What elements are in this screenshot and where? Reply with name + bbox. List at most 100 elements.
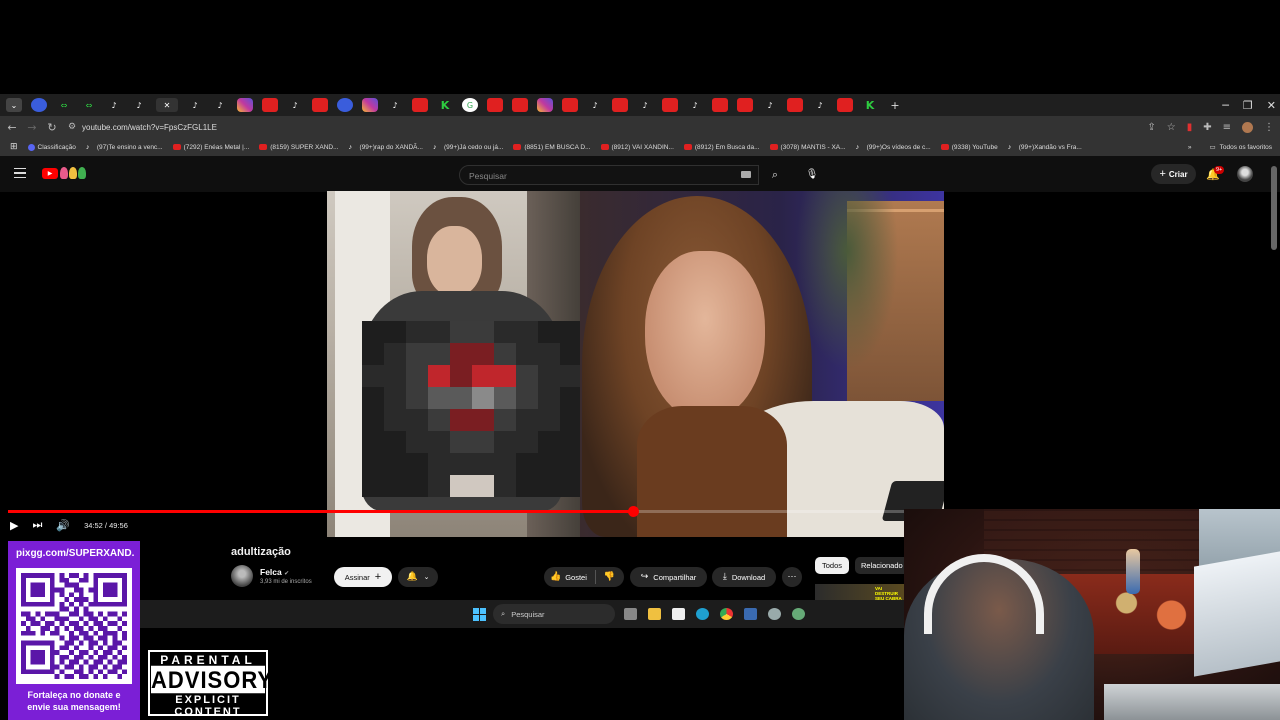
chrome-icon[interactable]	[720, 608, 733, 620]
tab-yt[interactable]	[787, 98, 803, 112]
tab-yt[interactable]	[312, 98, 328, 112]
tab-tk[interactable]: ♪	[637, 98, 653, 112]
forward-icon[interactable]: →	[22, 121, 42, 134]
bookmark-item[interactable]: Classificação	[27, 143, 76, 151]
tab-tk[interactable]: ♪	[387, 98, 403, 112]
extension-red-icon[interactable]: ▮	[1187, 122, 1193, 133]
bookmark-item[interactable]: (8159) SUPER XAND...	[259, 144, 339, 151]
url-text[interactable]: youtube.com/watch?v=FpsCzFGL1LE	[82, 123, 217, 132]
volume-icon[interactable]: 🔊	[56, 519, 70, 532]
tab-green[interactable]: K	[437, 98, 453, 112]
tab-green[interactable]: K	[862, 98, 878, 112]
new-tab-button[interactable]: +	[887, 98, 903, 112]
progress-bar[interactable]	[8, 506, 904, 517]
tab-tk[interactable]: ♪	[287, 98, 303, 112]
tab-yt[interactable]	[737, 98, 753, 112]
bookmark-item[interactable]: ♪ (99+)Os vídeos de c...	[856, 144, 931, 152]
bookmark-item[interactable]: (8912) VAI XANDIN...	[600, 144, 674, 151]
tab-discord[interactable]	[31, 98, 47, 112]
profile-avatar[interactable]	[1242, 121, 1253, 133]
windows-start-icon[interactable]	[473, 608, 486, 621]
tab-active-close[interactable]: ✕	[156, 98, 178, 112]
tab-tiktok[interactable]: ♪	[131, 98, 147, 112]
menu-hamburger-icon[interactable]	[14, 168, 26, 178]
tab-ig[interactable]	[237, 98, 253, 112]
maximize-icon[interactable]: ❐	[1243, 99, 1253, 112]
tab-ig[interactable]	[537, 98, 553, 112]
bookmark-item[interactable]: ♪ (99+)Xandão vs Fra...	[1008, 144, 1082, 152]
bookmark-item[interactable]: (7292) Enéas Metal |...	[172, 144, 249, 151]
settings-icon[interactable]	[768, 608, 781, 620]
tab-link[interactable]: ⇔	[56, 98, 72, 112]
tab-yt[interactable]	[662, 98, 678, 112]
youtube-doodle[interactable]	[60, 167, 86, 179]
reload-icon[interactable]: ↻	[42, 121, 62, 134]
search-icon[interactable]: ⌕	[760, 165, 790, 185]
bookmark-item[interactable]: (8851) EM BUSCA D...	[513, 144, 591, 151]
more-actions-button[interactable]: ⋯	[782, 567, 802, 587]
bookmark-item[interactable]: (9338) YouTube	[940, 144, 998, 151]
close-icon[interactable]: ✕	[1267, 99, 1276, 112]
bookmark-item[interactable]: (3078) MANTIS - XA...	[769, 144, 846, 151]
apps-icon[interactable]: ⊞	[10, 142, 18, 152]
search-input[interactable]: Pesquisar	[459, 165, 759, 185]
related-video-thumbnail[interactable]: VAI DESTRUIR SEU CABRA	[815, 584, 905, 600]
youtube-logo[interactable]: ▶	[42, 168, 58, 179]
taskbar-search[interactable]: ⌕ Pesquisar	[493, 604, 615, 624]
dislike-button[interactable]: 👎	[596, 572, 623, 582]
site-info-icon[interactable]: ⚙	[62, 122, 82, 132]
play-icon[interactable]: ▶	[10, 519, 18, 532]
keyboard-icon[interactable]	[741, 171, 751, 178]
download-button[interactable]: ⤓ Download	[712, 567, 776, 587]
tab-tk[interactable]: ♪	[212, 98, 228, 112]
tab-yt[interactable]	[612, 98, 628, 112]
tab-search-icon[interactable]: ⌄	[6, 98, 22, 112]
tab-yt[interactable]	[512, 98, 528, 112]
tab-yt[interactable]	[262, 98, 278, 112]
extensions-icon[interactable]: ✚	[1203, 122, 1211, 133]
tab-link-2[interactable]: ⇔	[81, 98, 97, 112]
notification-bell-button[interactable]: 🔔 ⌄	[398, 567, 438, 587]
tab-yt[interactable]	[837, 98, 853, 112]
bookmark-item[interactable]: ♪ (97)Te ensino a venc...	[86, 144, 163, 152]
tab-yt[interactable]	[487, 98, 503, 112]
app-icon[interactable]	[792, 608, 805, 620]
minimize-icon[interactable]: ─	[1222, 99, 1229, 112]
channel-avatar[interactable]	[231, 565, 253, 587]
menu-icon[interactable]: ⋮	[1264, 122, 1274, 133]
chip-all[interactable]: Todos	[815, 557, 849, 574]
bookmark-item[interactable]: (8912) Em Busca da...	[683, 144, 760, 151]
tab-yt[interactable]	[562, 98, 578, 112]
file-explorer-icon[interactable]	[648, 608, 661, 620]
bookmark-item[interactable]: ♪ (99+)Já cedo ou já...	[433, 144, 503, 152]
store-icon[interactable]	[672, 608, 685, 620]
task-view-icon[interactable]	[624, 608, 637, 620]
video-player[interactable]	[327, 191, 944, 537]
edge-icon[interactable]	[696, 608, 709, 620]
create-button[interactable]: + Criar	[1151, 164, 1196, 184]
next-icon[interactable]: ⏭	[32, 518, 42, 532]
avatar[interactable]	[1237, 166, 1253, 182]
share-button[interactable]: ↪ Compartilhar	[630, 567, 707, 587]
tab-yt[interactable]	[412, 98, 428, 112]
steam-icon[interactable]	[744, 608, 757, 620]
tab-g[interactable]: G	[462, 98, 478, 112]
media-icon[interactable]: ≡	[1223, 122, 1231, 133]
subscribe-button[interactable]: Assinar +	[334, 567, 392, 587]
bookmark-item[interactable]: ♪ (99+)rap do XANDÃ...	[349, 144, 423, 152]
tab-tk[interactable]: ♪	[587, 98, 603, 112]
mic-icon[interactable]: 🎙	[802, 165, 822, 185]
tab-tk[interactable]: ♪	[187, 98, 203, 112]
channel-name[interactable]: Felca ✔	[260, 567, 289, 577]
tab-tiktok[interactable]: ♪	[106, 98, 122, 112]
bookmark-star-icon[interactable]: ☆	[1167, 122, 1176, 133]
page-scrollbar[interactable]	[1271, 166, 1277, 250]
chip-related[interactable]: Relacionado	[855, 557, 905, 574]
tab-tk[interactable]: ♪	[762, 98, 778, 112]
like-button[interactable]: 👍 Gostei	[544, 570, 596, 584]
back-icon[interactable]: ←	[2, 121, 22, 134]
tab-tk[interactable]: ♪	[812, 98, 828, 112]
tab-ig[interactable]	[362, 98, 378, 112]
install-icon[interactable]: ⇪	[1147, 122, 1155, 133]
all-bookmarks[interactable]: » ▭ Todos os favoritos	[1188, 138, 1272, 156]
